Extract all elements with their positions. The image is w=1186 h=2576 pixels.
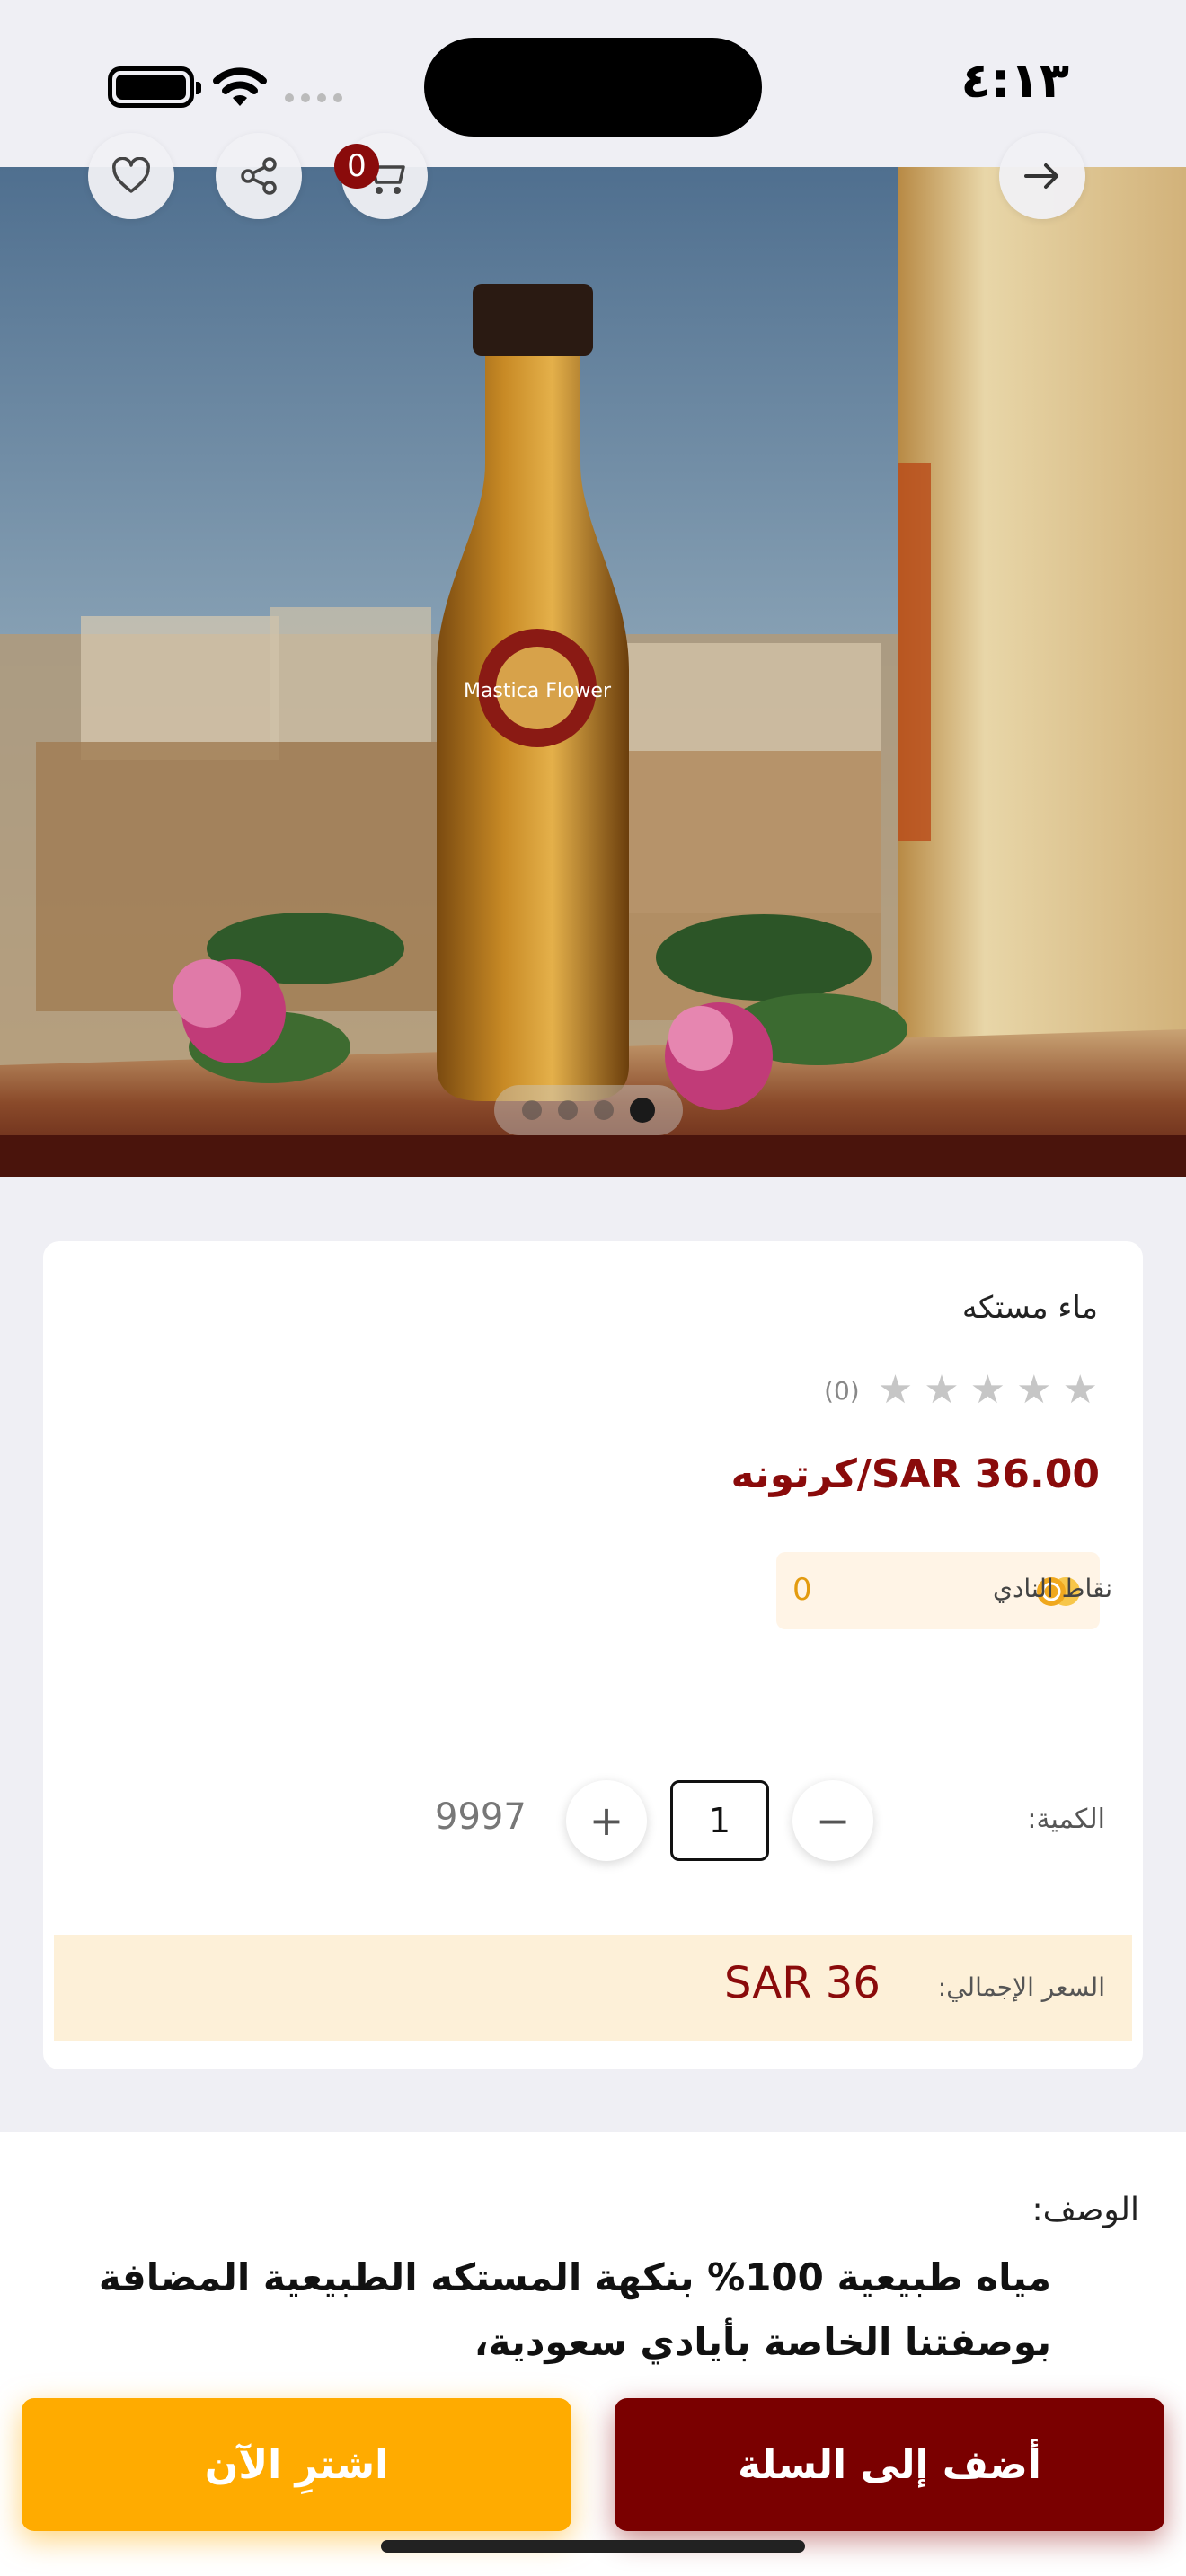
quantity-increase-button[interactable]: + [566,1780,647,1861]
rating[interactable]: ★ ★ ★ ★ ★ (0) [824,1371,1098,1410]
product-name: ماء مستكه [961,1290,1098,1326]
rating-count: (0) [824,1375,860,1406]
star-icon: ★ [877,1367,914,1413]
minus-icon: − [815,1796,851,1845]
battery-icon [108,66,201,108]
total-price-label: السعر الإجمالي: [937,1972,1105,2002]
quantity-input[interactable]: 1 [670,1780,769,1861]
product-image[interactable]: Mastica Flower [0,167,1186,1177]
wifi-icon [213,67,267,106]
club-points-label: نقاط النادي [993,1574,1112,1603]
bottle-label: Mastica Flower [464,680,612,702]
gallery-dot-active[interactable] [630,1098,655,1123]
gallery-dot[interactable] [594,1100,614,1120]
star-icon: ★ [1062,1367,1098,1413]
star-icon: ★ [1016,1367,1052,1413]
arrow-right-icon [1024,163,1058,189]
share-button[interactable] [216,133,302,219]
gallery-dot[interactable] [558,1100,578,1120]
product-price: SAR 36.00/كرتونه [730,1451,1100,1497]
total-price-value: SAR 36 [724,1958,881,2008]
buy-now-button[interactable]: اشترِ الآن [22,2398,571,2531]
description-body: مياه طبيعية 100% بنكهة المستكه الطبيعية … [98,2255,1051,2364]
club-points-value: 0 [792,1572,812,1608]
home-indicator [381,2540,805,2553]
gallery-dot[interactable] [522,1100,542,1120]
heart-icon [112,157,150,193]
description-title: الوصف: [1031,2192,1139,2228]
dynamic-island [424,38,762,137]
status-time: ٤:١٣ [960,52,1069,109]
add-to-cart-button[interactable]: أضف إلى السلة [615,2398,1164,2531]
star-icon: ★ [969,1367,1006,1413]
stock-count: 9997 [435,1796,527,1838]
quantity-decrease-button[interactable]: − [792,1780,873,1861]
plus-icon: + [589,1796,624,1845]
signal-icon [285,93,342,102]
star-icon: ★ [924,1367,960,1413]
cart-count-badge: 0 [334,144,379,189]
favorite-button[interactable] [88,133,174,219]
quantity-label: الكمية: [1027,1804,1105,1835]
share-icon [241,157,277,195]
back-button[interactable] [999,133,1085,219]
gallery-indicator[interactable] [494,1085,683,1135]
